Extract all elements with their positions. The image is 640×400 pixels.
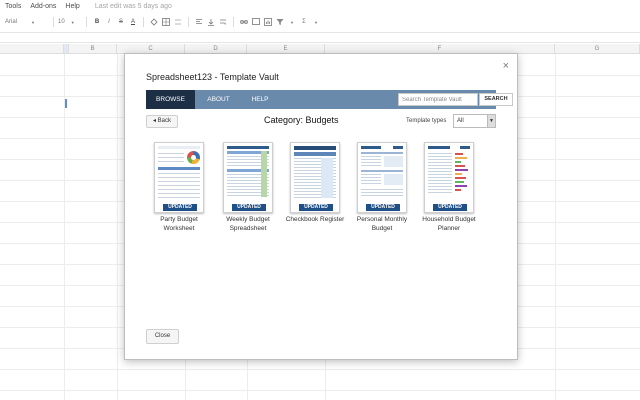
template-types-label: Template types <box>406 118 447 124</box>
thumbnail-bar <box>455 185 467 187</box>
thumbnail-header <box>428 146 450 149</box>
thumbnail-row <box>361 165 381 166</box>
tab-help[interactable]: HELP <box>242 90 278 109</box>
thumbnail-row <box>158 167 200 170</box>
thumbnail-band <box>294 152 336 156</box>
dialog-nav-bar: BROWSE ABOUT HELP SEARCH <box>146 90 513 109</box>
thumbnail-row <box>428 174 452 175</box>
thumbnail-bar <box>455 161 461 163</box>
thumbnail-row <box>428 153 452 154</box>
thumbnail-row <box>361 189 403 190</box>
template-thumbnail: UPDATED <box>357 142 407 213</box>
thumbnail-row <box>158 161 184 162</box>
thumbnail-row <box>428 159 452 160</box>
thumbnail-row <box>158 193 200 194</box>
thumbnail-header <box>227 146 269 149</box>
thumbnail-row <box>158 185 200 186</box>
thumbnail-row <box>158 173 200 174</box>
thumbnail-row <box>428 162 452 163</box>
thumbnail-block <box>384 174 403 185</box>
thumbnail-row <box>361 177 381 178</box>
thumbnail-column <box>321 158 333 198</box>
thumbnail-row <box>428 171 452 172</box>
thumbnail-row <box>428 186 452 187</box>
template-thumbnail: UPDATED <box>223 142 273 213</box>
updated-badge: UPDATED <box>433 204 467 211</box>
thumbnail-column <box>261 151 267 197</box>
category-heading: Category: Budgets <box>264 115 339 125</box>
tab-about[interactable]: ABOUT <box>195 90 242 109</box>
template-name[interactable]: Household Budget Planner <box>416 215 482 233</box>
thumbnail-row <box>361 174 381 175</box>
thumbnail-header <box>294 146 336 150</box>
template-name[interactable]: Checkbook Register <box>282 215 348 224</box>
template-vault-dialog: Spreadsheet123 - Template Vault × BROWSE… <box>124 53 518 360</box>
search-button[interactable]: SEARCH <box>479 93 513 106</box>
thumbnail-row <box>158 189 200 190</box>
thumbnail-row <box>428 183 452 184</box>
thumbnail-row <box>428 192 452 193</box>
thumbnail-row <box>361 162 381 163</box>
thumbnail-bar <box>455 173 462 175</box>
thumbnail-logo <box>460 146 470 149</box>
dialog-title: Spreadsheet123 - Template Vault <box>146 72 279 82</box>
thumbnail-bar <box>455 189 461 191</box>
pie-center <box>191 155 196 160</box>
thumbnail-row <box>361 195 403 196</box>
thumbnail-row <box>428 180 452 181</box>
thumbnail-block <box>384 156 403 167</box>
thumbnail-row <box>428 165 452 166</box>
thumbnail-band <box>361 152 403 154</box>
template-thumbnail: UPDATED <box>154 142 204 213</box>
thumbnail-row <box>428 156 452 157</box>
thumbnail-header <box>361 146 381 149</box>
thumbnail-row <box>158 157 184 158</box>
template-name[interactable]: Party Budget Worksheet <box>146 215 212 233</box>
thumbnail-bar <box>455 169 468 171</box>
thumbnail-row <box>361 183 381 184</box>
template-name[interactable]: Weekly Budget Spreadsheet <box>215 215 281 233</box>
updated-badge: UPDATED <box>232 204 266 211</box>
chevron-down-icon: ▼ <box>487 115 495 127</box>
thumbnail-row <box>158 153 184 154</box>
template-card[interactable]: UPDATED Party Budget Worksheet <box>146 142 212 233</box>
thumbnail-band <box>361 170 403 172</box>
updated-badge: UPDATED <box>299 204 333 211</box>
template-types-select[interactable]: All ▼ <box>453 114 496 128</box>
template-list: UPDATED Party Budget Worksheet UPDATED W… <box>146 142 496 232</box>
thumbnail-bar <box>455 165 465 167</box>
thumbnail-row <box>158 197 200 198</box>
updated-badge: UPDATED <box>366 204 400 211</box>
thumbnail-row <box>361 192 403 193</box>
template-name[interactable]: Personal Monthly Budget <box>349 215 415 233</box>
thumbnail-bar <box>455 157 467 159</box>
template-card[interactable]: UPDATED Personal Monthly Budget <box>349 142 415 233</box>
close-button[interactable]: Close <box>146 329 179 344</box>
thumbnail-row <box>428 168 452 169</box>
thumbnail-bar <box>455 177 466 179</box>
template-card[interactable]: UPDATED Household Budget Planner <box>416 142 482 233</box>
template-card[interactable]: UPDATED Weekly Budget Spreadsheet <box>215 142 281 233</box>
thumbnail-bar <box>455 181 464 183</box>
thumbnail-row <box>428 177 452 178</box>
thumbnail-logo <box>393 146 403 149</box>
thumbnail-row <box>158 181 200 182</box>
template-thumbnail: UPDATED <box>290 142 340 213</box>
template-types-value: All <box>457 118 464 124</box>
back-button[interactable]: ◂ Back <box>146 115 178 128</box>
search-input[interactable] <box>398 93 478 106</box>
thumbnail-row <box>361 180 381 181</box>
thumbnail-header <box>158 146 200 149</box>
tab-browse[interactable]: BROWSE <box>146 90 195 109</box>
thumbnail-bar <box>455 153 463 155</box>
updated-badge: UPDATED <box>163 204 197 211</box>
thumbnail-row <box>158 177 200 178</box>
thumbnail-row <box>361 159 381 160</box>
template-thumbnail: UPDATED <box>424 142 474 213</box>
thumbnail-row <box>428 189 452 190</box>
thumbnail-row <box>361 156 381 157</box>
template-card[interactable]: UPDATED Checkbook Register <box>282 142 348 224</box>
close-icon[interactable]: × <box>503 60 509 72</box>
